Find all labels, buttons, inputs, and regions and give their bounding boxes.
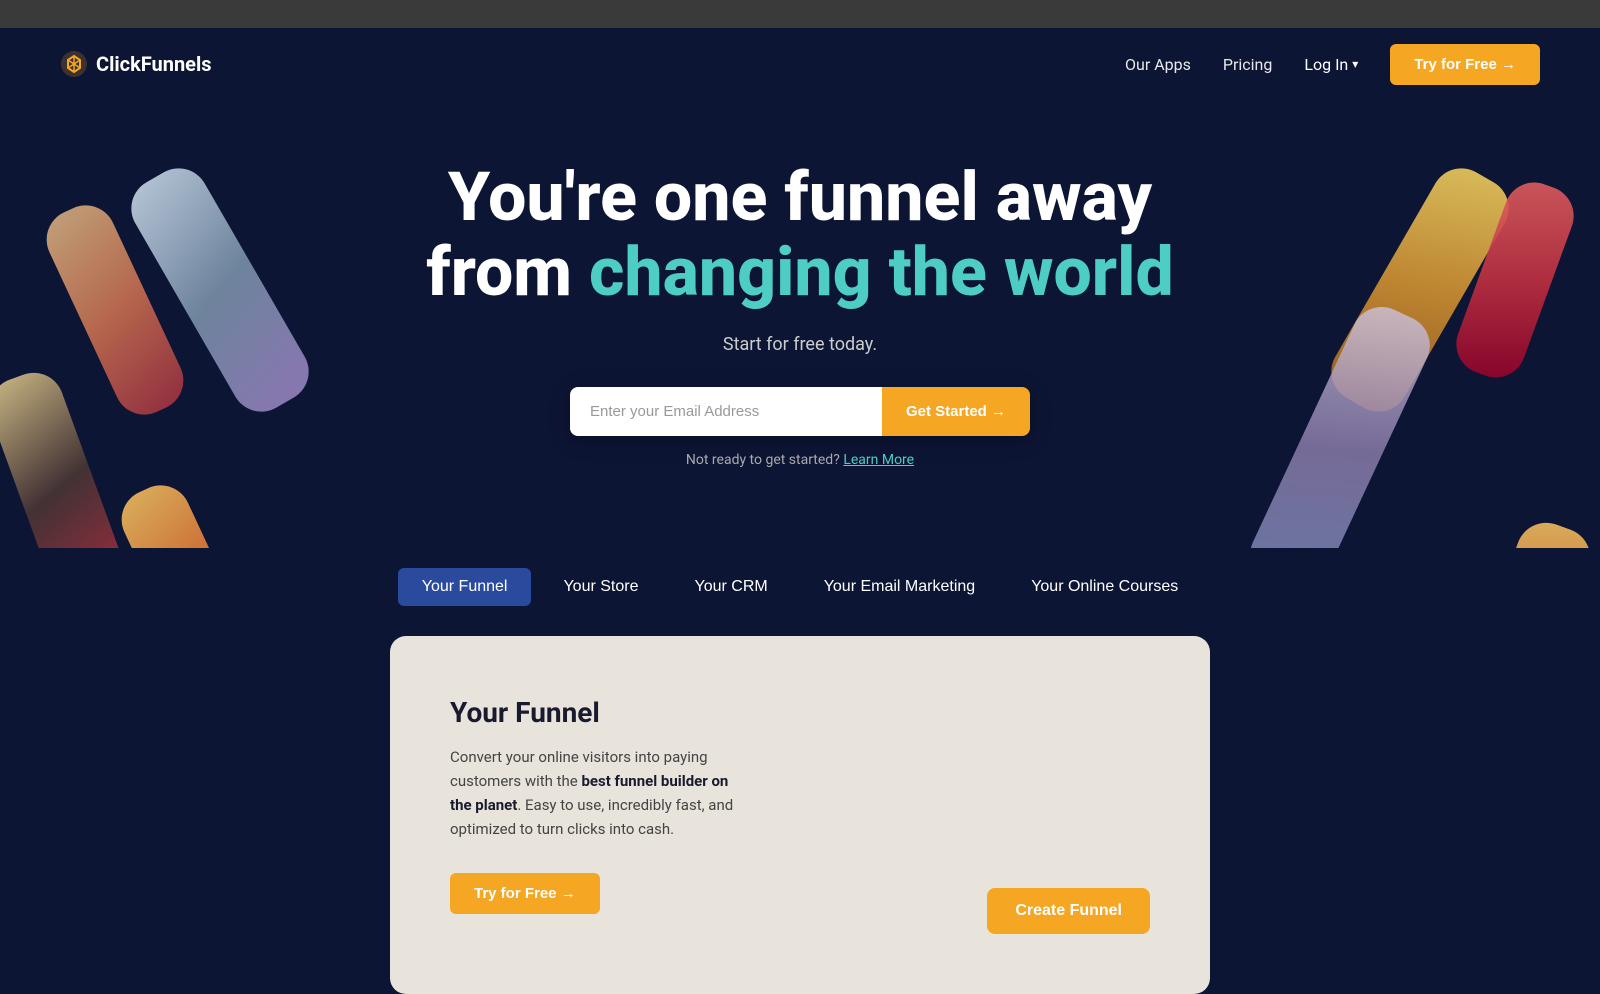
card-description: Convert your online visitors into paying… <box>450 745 750 841</box>
shape-top-right-1 <box>1320 157 1519 422</box>
tabs-section: Your Funnel Your Store Your CRM Your Ema… <box>0 548 1600 636</box>
hero-subtitle: Start for free today. <box>20 334 1580 355</box>
headline-highlight: changing the world <box>589 232 1174 312</box>
hero-headline: You're one funnel away from changing the… <box>390 160 1210 310</box>
nav-pricing[interactable]: Pricing <box>1223 55 1273 74</box>
shape-top-left-1 <box>120 157 319 422</box>
shape-bottom-right <box>1446 514 1599 547</box>
nav-login[interactable]: Log In ▾ <box>1304 55 1358 74</box>
email-input[interactable] <box>570 387 882 436</box>
chevron-down-icon: ▾ <box>1352 57 1358 71</box>
navbar: ClickFunnels Our Apps Pricing Log In ▾ T… <box>0 28 1600 100</box>
tab-your-funnel[interactable]: Your Funnel <box>398 568 532 606</box>
logo[interactable]: ClickFunnels <box>60 50 212 78</box>
get-started-button[interactable]: Get Started → <box>882 387 1030 436</box>
shape-top-left-2 <box>37 196 193 425</box>
logo-text: ClickFunnels <box>96 52 212 76</box>
email-form: Get Started → <box>570 387 1030 436</box>
nav-links: Our Apps Pricing Log In ▾ Try for Free → <box>1125 44 1540 85</box>
shape-bottom-left <box>112 476 268 548</box>
tab-your-store[interactable]: Your Store <box>539 568 662 606</box>
learn-more-link[interactable]: Learn More <box>843 452 914 468</box>
hero-section: You're one funnel away from changing the… <box>0 100 1600 548</box>
content-card: Your Funnel Convert your online visitors… <box>390 636 1210 994</box>
headline-line2-plain: from <box>426 232 589 312</box>
create-funnel-button[interactable]: Create Funnel <box>987 888 1150 934</box>
logo-icon <box>60 50 88 78</box>
tab-your-online-courses[interactable]: Your Online Courses <box>1007 568 1202 606</box>
tab-your-crm[interactable]: Your CRM <box>670 568 791 606</box>
tab-your-email-marketing[interactable]: Your Email Marketing <box>800 568 999 606</box>
navbar-try-free-button[interactable]: Try for Free → <box>1390 44 1540 85</box>
browser-bar <box>0 0 1600 28</box>
headline-line1: You're one funnel away <box>448 157 1152 237</box>
not-ready-text: Not ready to get started? Learn More <box>20 452 1580 468</box>
nav-our-apps[interactable]: Our Apps <box>1125 55 1191 74</box>
card-title: Your Funnel <box>450 696 1150 729</box>
card-try-free-button[interactable]: Try for Free → <box>450 873 600 914</box>
